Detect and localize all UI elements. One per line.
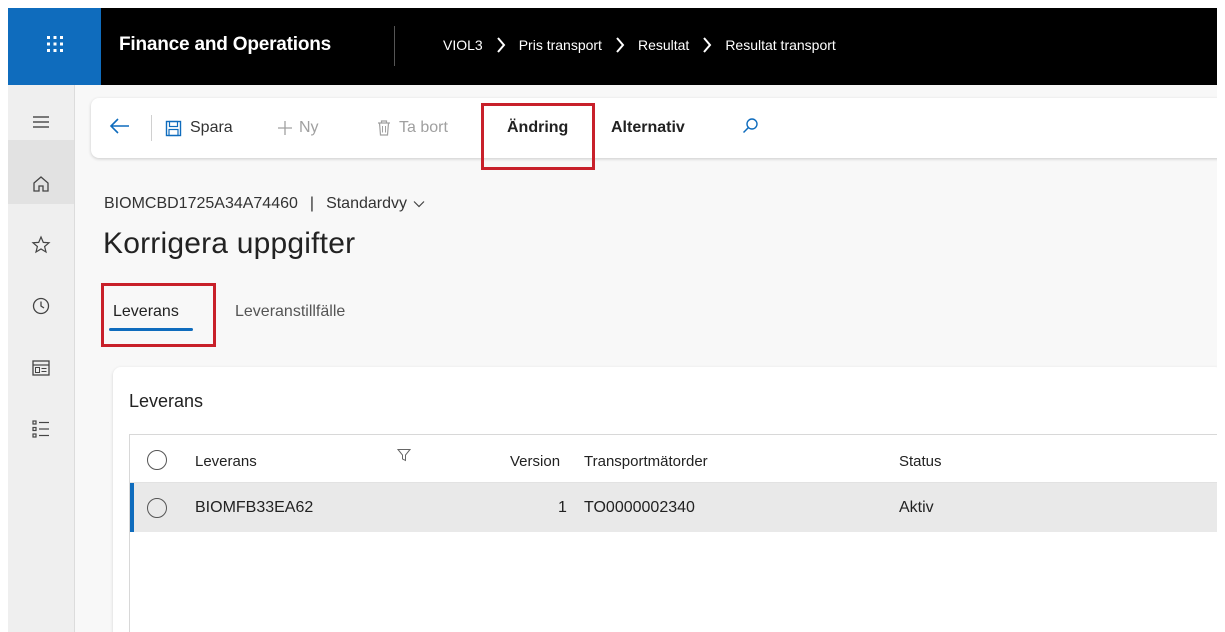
app-launcher-button[interactable] [8,8,101,85]
clock-icon[interactable] [26,291,56,321]
cell-leverans[interactable]: BIOMFB33EA62 [195,499,313,517]
back-arrow-icon [109,117,131,140]
breadcrumb-item-resultat-transport[interactable]: Resultat transport [725,37,836,53]
row-select-radio[interactable] [147,498,167,518]
app-title[interactable]: Finance and Operations [119,34,331,56]
save-button[interactable]: Spara [165,98,233,158]
plus-icon [276,119,294,137]
record-caption: BIOMCBD1725A34A74460 | Standardvy [104,195,425,213]
title-divider [394,26,395,66]
trash-icon [376,119,392,137]
table-row[interactable]: BIOMFB33EA62 1 TO0000002340 Aktiv [130,483,1217,532]
breadcrumb: VIOL3 Pris transport Resultat Resultat t… [443,37,836,53]
options-tab[interactable]: Alternativ [611,98,685,158]
waffle-icon [45,34,65,59]
section-title: Leverans [129,391,204,411]
save-icon [165,120,182,137]
breadcrumb-item-pris-transport[interactable]: Pris transport [519,37,602,53]
column-header-leverans[interactable]: Leverans [195,453,257,470]
chevron-right-icon [615,37,625,53]
selected-row-indicator [130,483,134,532]
leverans-section: Leverans Leverans Version Transportmätor… [113,367,1217,632]
save-label: Spara [190,119,233,136]
leverans-grid: Leverans Version Transportmätorder Statu… [129,434,1217,632]
page-title: Korrigera uppgifter [103,227,356,260]
breadcrumb-item-resultat[interactable]: Resultat [638,37,689,53]
delete-button[interactable]: Ta bort [376,98,448,158]
workspace-icon[interactable] [26,353,56,383]
app-window: Finance and Operations VIOL3 Pris transp… [8,8,1217,632]
column-header-status[interactable]: Status [899,453,942,470]
view-name: Standardvy [326,195,407,212]
column-header-transportmatorder[interactable]: Transportmätorder [584,453,708,470]
tab-leveranstillfalle[interactable]: Leveranstillfälle [235,303,345,321]
top-navigation-bar: Finance and Operations VIOL3 Pris transp… [8,8,1217,85]
modules-icon[interactable] [26,414,56,444]
back-button[interactable] [109,98,131,158]
view-selector[interactable]: Standardvy [326,195,425,213]
new-label: Ny [299,119,319,136]
hamburger-icon[interactable] [26,107,56,137]
chevron-down-icon [413,200,425,208]
search-button[interactable] [741,98,759,158]
record-divider: | [309,195,315,212]
cell-transportmatorder[interactable]: TO0000002340 [584,499,695,517]
delete-label: Ta bort [399,119,448,136]
home-icon[interactable] [26,169,56,199]
action-divider [151,115,152,141]
change-tab-highlight [481,103,595,170]
column-header-version[interactable]: Version [510,453,560,470]
search-icon [741,117,759,140]
new-button[interactable]: Ny [276,98,319,158]
star-icon[interactable] [26,230,56,260]
select-all-radio[interactable] [147,450,167,470]
cell-status: Aktiv [899,499,934,516]
chevron-right-icon [702,37,712,53]
breadcrumb-item-company[interactable]: VIOL3 [443,37,483,53]
chevron-right-icon [496,37,506,53]
grid-header: Leverans Version Transportmätorder Statu… [130,435,1217,483]
navigation-rail [8,85,75,632]
record-id: BIOMCBD1725A34A74460 [104,195,298,212]
leverans-tab-highlight [101,283,216,347]
main-content: Spara Ny Ta bort Ändring Alternativ BIOM… [75,85,1217,632]
action-pane: Spara Ny Ta bort Ändring Alternativ [91,98,1217,158]
cell-version: 1 [558,499,567,516]
filter-icon[interactable] [396,448,412,466]
